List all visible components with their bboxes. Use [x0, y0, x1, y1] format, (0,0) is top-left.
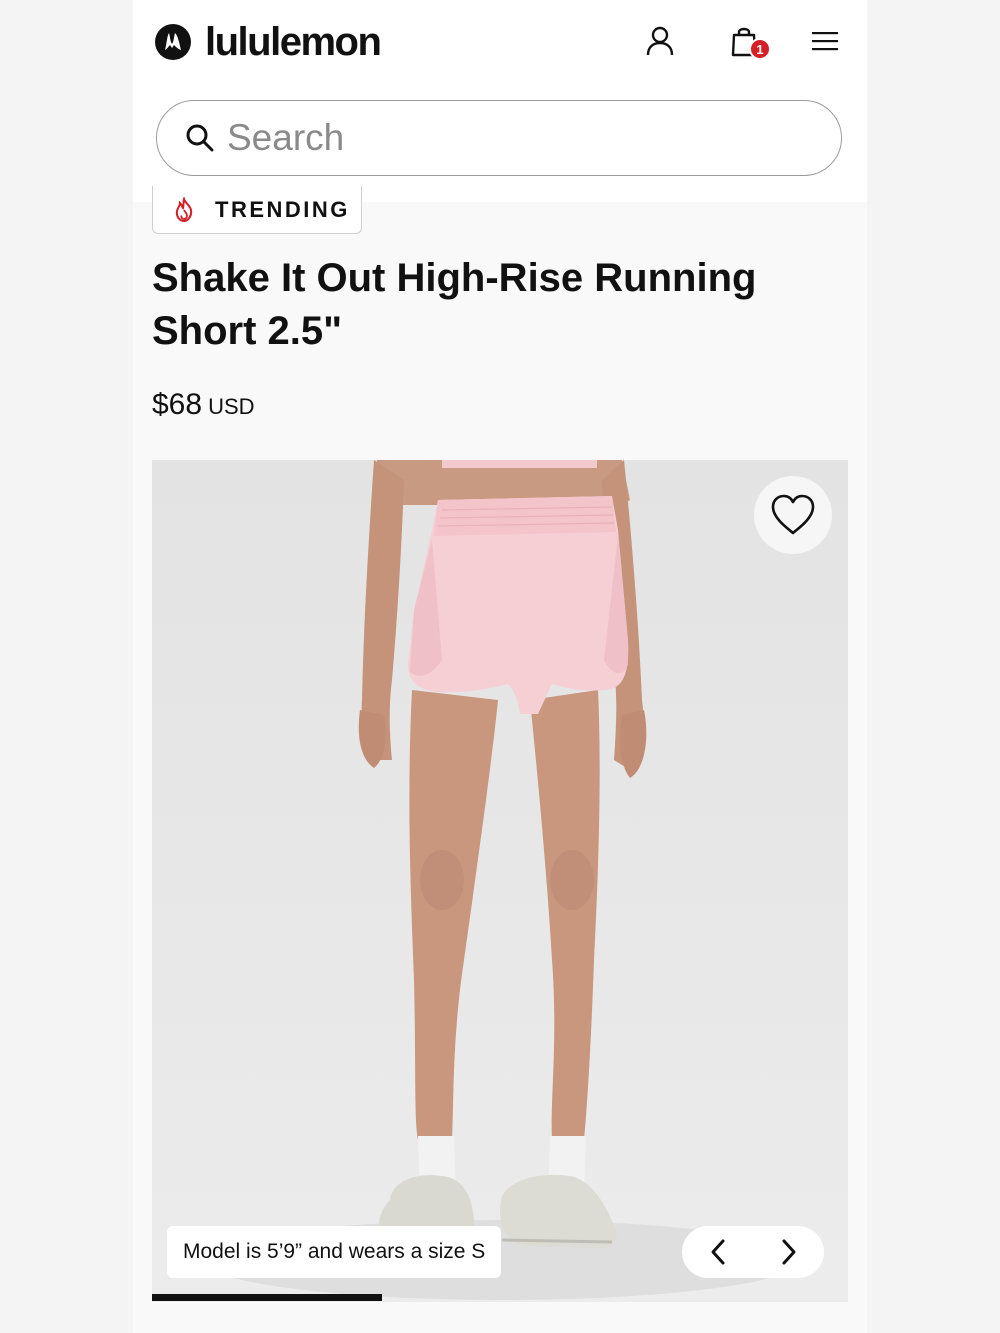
- heart-icon: [771, 494, 815, 535]
- gallery-progress-bar: [152, 1294, 848, 1301]
- cart-button[interactable]: 1: [727, 24, 771, 60]
- product-image-gallery[interactable]: Model is 5’9” and wears a size S: [152, 460, 848, 1302]
- flame-icon: [175, 196, 193, 222]
- search-input[interactable]: [225, 116, 789, 160]
- cart-count-badge: 1: [749, 38, 771, 60]
- trending-label: TRENDING: [215, 196, 350, 222]
- gallery-navigation: [682, 1226, 824, 1278]
- lululemon-logo-icon: [155, 24, 191, 60]
- search-icon: [186, 124, 214, 152]
- account-button[interactable]: [643, 24, 677, 58]
- product-price: $68 USD: [152, 388, 255, 422]
- model-size-caption: Model is 5’9” and wears a size S: [167, 1226, 502, 1278]
- menu-button[interactable]: [808, 24, 842, 58]
- site-header: lululemon 1: [133, 0, 867, 202]
- product-photo: [202, 460, 802, 1300]
- hamburger-menu-icon: [812, 32, 838, 51]
- trending-badge: TRENDING: [152, 186, 362, 234]
- product-title: Shake It Out High-Rise Running Short 2.5…: [152, 256, 757, 353]
- brand-name: lululemon: [205, 20, 382, 64]
- chevron-right-icon: [782, 1239, 795, 1265]
- product-page: lululemon 1 Search TRENDING Shake It Out…: [133, 0, 867, 1333]
- person-icon: [646, 26, 674, 56]
- next-image-button[interactable]: [767, 1230, 811, 1274]
- wishlist-button[interactable]: [754, 476, 832, 554]
- previous-image-button[interactable]: [696, 1230, 740, 1274]
- price-currency: USD: [208, 394, 255, 419]
- brand-logo[interactable]: lululemon: [155, 20, 382, 64]
- chevron-left-icon: [711, 1239, 724, 1265]
- search-bar[interactable]: [156, 100, 842, 176]
- gallery-progress-fill: [152, 1294, 382, 1301]
- price-amount: $68: [152, 388, 203, 421]
